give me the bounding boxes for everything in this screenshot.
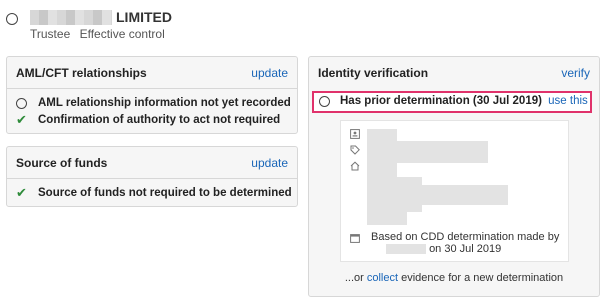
- redacted-name: [386, 244, 426, 255]
- funds-update-link[interactable]: update: [251, 156, 288, 170]
- collect-link[interactable]: collect: [367, 272, 398, 284]
- collect-suffix: evidence for a new determination: [398, 272, 564, 284]
- use-this-link[interactable]: use this: [548, 95, 588, 107]
- verify-link[interactable]: verify: [561, 66, 590, 80]
- tag-icon: [350, 145, 360, 158]
- funds-panel-title: Source of funds: [16, 156, 108, 170]
- entity-role: Trustee: [30, 27, 71, 41]
- determination-card: Based on CDD determination made by on 30…: [340, 120, 569, 262]
- aml-panel-title: AML/CFT relationships: [16, 66, 147, 80]
- funds-item-label: Source of funds not required to be deter…: [38, 187, 292, 199]
- determination-text: Has prior determination (30 Jul 2019): [340, 95, 542, 107]
- identity-panel-header: Identity verification verify: [318, 66, 590, 84]
- redacted-details: [367, 211, 407, 225]
- card-note-date: on 30 Jul 2019: [429, 243, 502, 255]
- entity-name: LIMITED: [116, 9, 172, 25]
- aml-item-label: Confirmation of authority to act not req…: [38, 114, 281, 126]
- aml-item-label: AML relationship information not yet rec…: [38, 97, 291, 109]
- funds-panel-header: Source of funds update: [16, 156, 288, 174]
- pending-radio-icon: [16, 98, 27, 109]
- check-icon: ✔: [16, 112, 27, 127]
- aml-update-link[interactable]: update: [251, 66, 288, 80]
- entity-role: Effective control: [79, 27, 165, 41]
- identity-panel-title: Identity verification: [318, 66, 429, 80]
- entity-roles: Trustee Effective control: [30, 27, 165, 41]
- aml-panel: AML/CFT relationships update AML relatio…: [6, 56, 298, 134]
- card-note-line: Based on CDD determination made by: [371, 231, 560, 243]
- aml-panel-header: AML/CFT relationships update: [16, 66, 288, 84]
- card-note: Based on CDD determination made by on 30…: [371, 231, 559, 255]
- divider: [7, 178, 297, 179]
- card-note-line: on 30 Jul 2019: [371, 243, 559, 255]
- collect-evidence-note: ...or collect evidence for a new determi…: [308, 272, 600, 284]
- divider: [7, 88, 297, 89]
- redacted-details: [393, 141, 488, 163]
- prior-determination-option[interactable]: Has prior determination (30 Jul 2019) us…: [312, 91, 592, 113]
- calendar-icon: [350, 233, 360, 246]
- funds-panel: Source of funds update ✔ Source of funds…: [6, 146, 298, 207]
- entity-radio[interactable]: [6, 13, 18, 25]
- collect-prefix: ...or: [344, 272, 367, 284]
- home-icon: [350, 161, 360, 174]
- determination-radio-icon[interactable]: [319, 96, 330, 107]
- redacted-details: [393, 185, 508, 205]
- id-card-icon: [350, 129, 360, 142]
- determination-label: Has prior determination (30 Jul 2019) us…: [340, 95, 588, 107]
- entity-name-redacted: [30, 10, 112, 25]
- check-icon: ✔: [16, 185, 27, 200]
